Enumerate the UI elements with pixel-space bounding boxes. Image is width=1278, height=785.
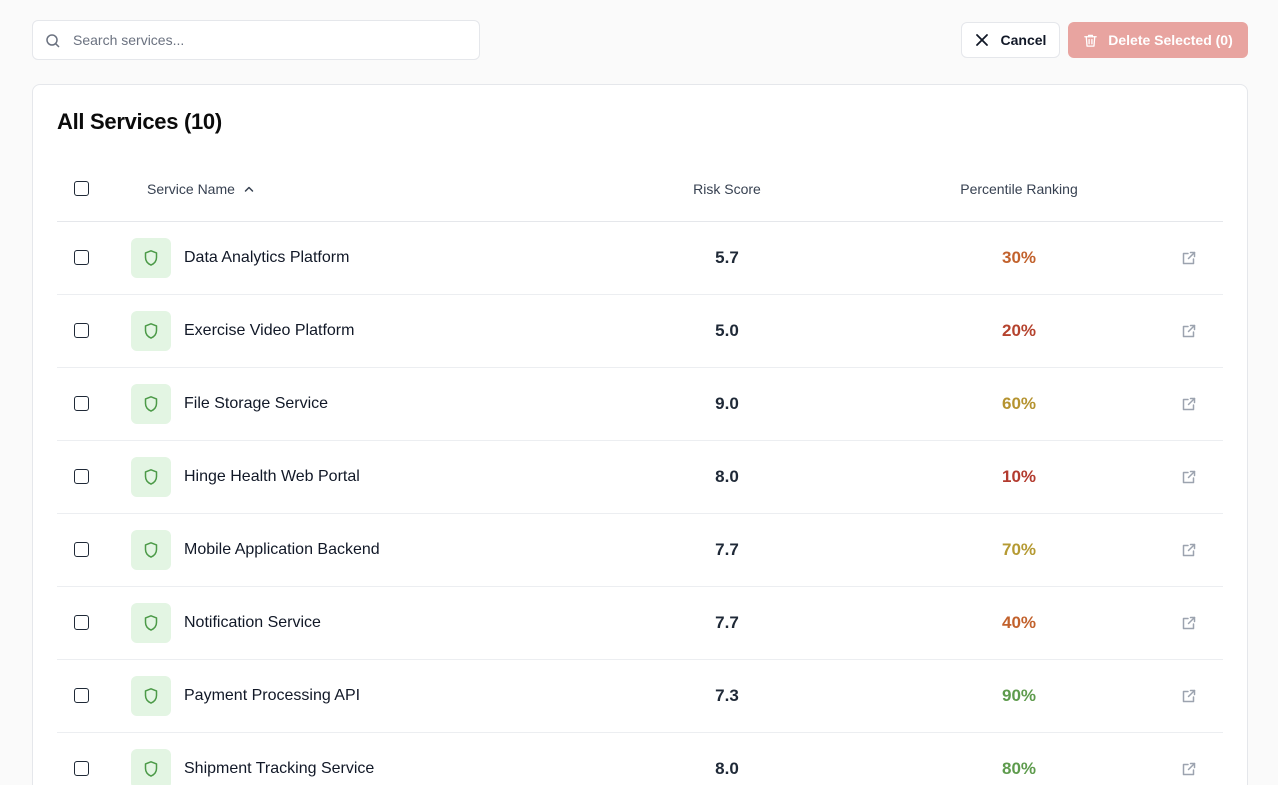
service-icon-badge: [131, 749, 171, 785]
delete-selected-label: Delete Selected (0): [1108, 32, 1233, 48]
service-icon-badge: [131, 457, 171, 497]
column-header-percentile-ranking[interactable]: Percentile Ranking: [934, 181, 1104, 197]
shield-icon: [144, 323, 158, 339]
trash-icon: [1084, 34, 1098, 47]
percentile-ranking: 60%: [1001, 394, 1037, 413]
external-link-icon[interactable]: [1181, 761, 1197, 777]
table-row: Hinge Health Web Portal 8.0 10%: [57, 441, 1223, 514]
percentile-ranking: 20%: [1001, 321, 1037, 340]
service-name: Notification Service: [184, 614, 321, 631]
row-checkbox[interactable]: [74, 542, 89, 557]
risk-score: 9.0: [715, 394, 739, 413]
shield-icon: [144, 542, 158, 558]
table-body: Data Analytics Platform 5.7 30% Exercise…: [57, 222, 1223, 785]
service-name: File Storage Service: [184, 395, 329, 412]
shield-icon: [144, 469, 158, 485]
table-header: Service Name Risk Score Percentile Ranki…: [57, 155, 1223, 222]
search-input[interactable]: [73, 21, 473, 59]
service-name: Data Analytics Platform: [184, 249, 350, 266]
row-checkbox[interactable]: [74, 396, 89, 411]
toolbar: Cancel Delete Selected (0): [32, 20, 1248, 60]
search-box[interactable]: [32, 20, 480, 60]
services-card: All Services (10) Service Name Risk Scor…: [32, 84, 1248, 785]
service-name: Shipment Tracking Service: [184, 760, 375, 777]
cancel-label: Cancel: [1000, 32, 1047, 48]
risk-score: 7.7: [715, 540, 739, 559]
table-row: Mobile Application Backend 7.7 70%: [57, 514, 1223, 587]
shield-icon: [144, 396, 158, 412]
service-name: Hinge Health Web Portal: [184, 468, 360, 485]
close-icon: [975, 34, 988, 46]
delete-selected-button[interactable]: Delete Selected (0): [1068, 22, 1248, 58]
cancel-button[interactable]: Cancel: [961, 22, 1060, 58]
table-row: Data Analytics Platform 5.7 30%: [57, 222, 1223, 295]
services-table: Service Name Risk Score Percentile Ranki…: [57, 155, 1223, 785]
table-row: Exercise Video Platform 5.0 20%: [57, 295, 1223, 368]
column-header-service-name[interactable]: Service Name: [147, 181, 255, 197]
table-row: Payment Processing API 7.3 90%: [57, 660, 1223, 733]
risk-score: 8.0: [715, 759, 739, 778]
external-link-icon[interactable]: [1181, 542, 1197, 558]
row-checkbox[interactable]: [74, 761, 89, 776]
row-checkbox[interactable]: [74, 250, 89, 265]
shield-icon: [144, 761, 158, 777]
external-link-icon[interactable]: [1181, 396, 1197, 412]
row-checkbox[interactable]: [74, 469, 89, 484]
service-name: Exercise Video Platform: [184, 322, 355, 339]
risk-score: 7.3: [715, 686, 739, 705]
percentile-ranking: 80%: [1001, 759, 1037, 778]
shield-icon: [144, 615, 158, 631]
external-link-icon[interactable]: [1181, 615, 1197, 631]
table-row: Shipment Tracking Service 8.0 80%: [57, 733, 1223, 785]
select-all-checkbox[interactable]: [74, 181, 89, 196]
shield-icon: [144, 688, 158, 704]
service-icon-badge: [131, 676, 171, 716]
service-name: Payment Processing API: [184, 687, 361, 704]
percentile-ranking: 40%: [1001, 613, 1037, 632]
chevron-up-icon: [244, 186, 254, 192]
service-icon-badge: [131, 530, 171, 570]
service-icon-badge: [131, 238, 171, 278]
service-icon-badge: [131, 603, 171, 643]
percentile-ranking: 10%: [1001, 467, 1037, 486]
external-link-icon[interactable]: [1181, 688, 1197, 704]
column-header-risk-score[interactable]: Risk Score: [672, 181, 782, 197]
percentile-ranking: 70%: [1001, 540, 1037, 559]
table-row: File Storage Service 9.0 60%: [57, 368, 1223, 441]
column-header-service-name-label: Service Name: [147, 181, 235, 197]
percentile-ranking: 30%: [1001, 248, 1037, 267]
risk-score: 7.7: [715, 613, 739, 632]
row-checkbox[interactable]: [74, 615, 89, 630]
percentile-ranking: 90%: [1001, 686, 1037, 705]
table-row: Notification Service 7.7 40%: [57, 587, 1223, 660]
risk-score: 8.0: [715, 467, 739, 486]
external-link-icon[interactable]: [1181, 469, 1197, 485]
service-icon-badge: [131, 384, 171, 424]
row-checkbox[interactable]: [74, 688, 89, 703]
risk-score: 5.0: [715, 321, 739, 340]
risk-score: 5.7: [715, 248, 739, 267]
external-link-icon[interactable]: [1181, 250, 1197, 266]
search-icon: [46, 34, 60, 48]
service-name: Mobile Application Backend: [184, 541, 380, 558]
shield-icon: [144, 250, 158, 266]
row-checkbox[interactable]: [74, 323, 89, 338]
service-icon-badge: [131, 311, 171, 351]
card-title: All Services (10): [57, 109, 222, 134]
external-link-icon[interactable]: [1181, 323, 1197, 339]
